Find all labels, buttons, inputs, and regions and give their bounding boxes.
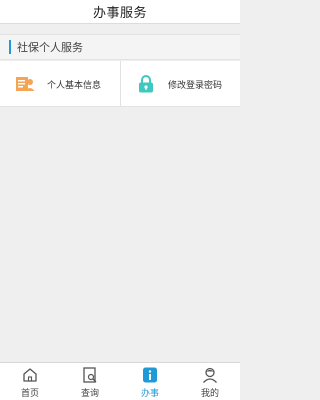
tile-label: 修改登录密码: [168, 80, 223, 91]
id-card-icon: [16, 77, 35, 91]
tab-services[interactable]: 办事: [120, 363, 180, 400]
tab-mine[interactable]: 我的: [180, 363, 240, 400]
page-title: 办事服务: [92, 6, 147, 21]
tab-label: 办事: [140, 389, 159, 399]
lock-icon: [139, 75, 153, 93]
info-icon: [143, 367, 157, 383]
section-header: 社保个人服务: [0, 34, 240, 60]
section-title: 社保个人服务: [17, 41, 83, 54]
section-accent-bar: [9, 40, 11, 54]
tile-personal-info[interactable]: 个人基本信息: [0, 61, 120, 107]
search-document-icon: [83, 367, 97, 383]
bottom-tab-bar: 首页 查询 办事 我的: [0, 362, 240, 400]
tab-label: 首页: [20, 389, 39, 399]
tab-home[interactable]: 首页: [0, 363, 60, 400]
top-header: 办事服务: [0, 0, 240, 24]
tile-change-password[interactable]: 修改登录密码: [120, 61, 240, 107]
tab-label: 查询: [80, 389, 99, 399]
tile-label: 个人基本信息: [47, 80, 102, 91]
tab-query[interactable]: 查询: [60, 363, 120, 400]
tab-label: 我的: [200, 389, 219, 399]
service-tiles: 个人基本信息 修改登录密码: [0, 61, 240, 107]
home-icon: [23, 368, 37, 382]
user-icon: [203, 367, 217, 383]
